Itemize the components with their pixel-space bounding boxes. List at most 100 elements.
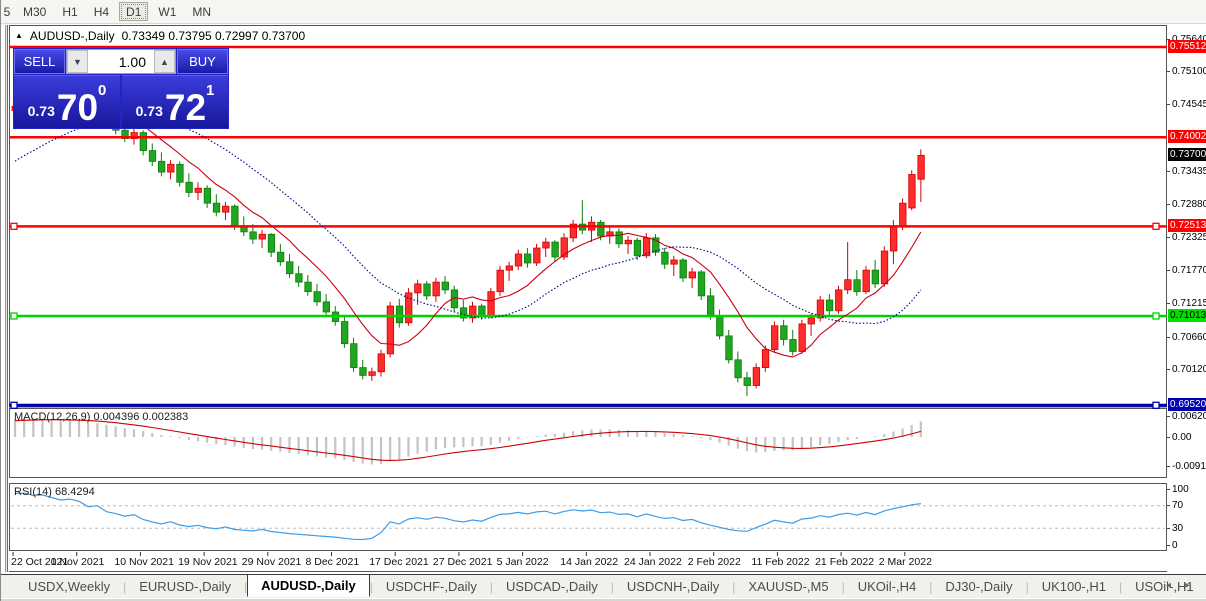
chart-tab-usdcnh-daily[interactable]: USDCNH-,Daily	[614, 576, 732, 597]
sell-button[interactable]: SELL	[14, 49, 65, 74]
timeframe-button-m30[interactable]: M30	[17, 2, 52, 21]
macd-axis-label: -0.00919	[1167, 461, 1206, 473]
macd-axis-label: 0.00620	[1167, 411, 1206, 423]
axis-tick-label: 0.72880	[1172, 199, 1206, 210]
axis-tick-mark	[1167, 466, 1170, 467]
axis-tick-mark	[1167, 437, 1170, 438]
price-axis-label: 0.71770	[1167, 265, 1206, 277]
axis-tick-mark	[1167, 171, 1170, 172]
axis-tick-label: 100	[1172, 484, 1189, 495]
axis-tick-mark	[1167, 545, 1170, 546]
sell-price-prefix: 0.73	[28, 103, 55, 119]
sell-price-big: 70	[57, 93, 98, 123]
date-axis-label: 11 Feb 2022	[751, 556, 809, 568]
axis-tick-label: 0.72325	[1172, 232, 1206, 243]
tab-scroll-right-icon[interactable]: ▸	[1185, 580, 1190, 591]
chart-symbol-label: AUDUSD-,Daily	[30, 29, 115, 43]
rsi-axis-label: 100	[1167, 483, 1206, 495]
chart-tab-bar: USDX,Weekly|EURUSD-,Daily|AUDUSD-,Daily|…	[1, 574, 1206, 598]
rsi-indicator-label: RSI(14) 68.4294	[14, 486, 95, 498]
buy-price-big: 72	[165, 93, 206, 123]
date-axis-label: 14 Jan 2022	[560, 556, 618, 568]
chart-tab-dj30-daily[interactable]: DJ30-,Daily	[932, 576, 1025, 597]
date-axis-label: 1 Nov 2021	[51, 556, 105, 568]
axis-tick-mark	[1167, 104, 1170, 105]
axis-tick-mark	[1167, 204, 1170, 205]
axis-tick-mark	[1167, 369, 1170, 370]
buy-button[interactable]: BUY	[177, 49, 228, 74]
price-axis-label: 0.70120	[1167, 363, 1206, 375]
date-axis-label: 8 Dec 2021	[306, 556, 360, 568]
axis-tick-label: 0.00620	[1172, 411, 1206, 422]
chart-tab-usdchf-daily[interactable]: USDCHF-,Daily	[373, 576, 490, 597]
chart-tab-usdcad-daily[interactable]: USDCAD-,Daily	[493, 576, 611, 597]
volume-increase-button[interactable]: ▲	[154, 50, 175, 73]
sell-price-pip: 0	[98, 82, 106, 99]
date-axis-label: 19 Nov 2021	[178, 556, 238, 568]
level-price-badge: 0.75512	[1168, 40, 1206, 53]
axis-tick-mark	[1167, 270, 1170, 271]
timeframe-button-h1[interactable]: H1	[56, 2, 83, 21]
arrow-up-icon: ▲	[160, 57, 169, 67]
price-axis-label: 0.75100	[1167, 66, 1206, 78]
level-price-badge: 0.74002	[1168, 130, 1206, 143]
rsi-axis-label: 0	[1167, 539, 1206, 551]
timeframe-button-h4[interactable]: H4	[88, 2, 115, 21]
axis-tick-label: 30	[1172, 523, 1183, 534]
price-axis-label: 0.72325	[1167, 232, 1206, 244]
buy-price-display[interactable]: 0.73 72 1	[122, 75, 228, 128]
date-axis-label: 2 Feb 2022	[688, 556, 741, 568]
macd-axis-label: 0.00	[1167, 431, 1206, 443]
chart-tab-xauusd-m5[interactable]: XAUUSD-,M5	[735, 576, 841, 597]
rsi-axis-label: 70	[1167, 500, 1206, 512]
chart-tab-usoil-h1[interactable]: USOil-,H1	[1122, 576, 1206, 597]
axis-tick-label: 0.73435	[1172, 166, 1206, 177]
axis-tick-label: 0.70120	[1172, 364, 1206, 375]
tab-scroll-controls: ◂ ▸	[1166, 580, 1190, 591]
timeframe-button-w1[interactable]: W1	[152, 2, 182, 21]
axis-tick-label: 0.00	[1172, 432, 1191, 443]
axis-tick-mark	[1167, 237, 1170, 238]
rsi-axis-label: 30	[1167, 522, 1206, 534]
volume-input[interactable]	[88, 50, 154, 73]
axis-tick-label: 70	[1172, 500, 1183, 511]
chart-tab-ukoil-h4[interactable]: UKOil-,H4	[845, 576, 930, 597]
date-axis-label: 21 Feb 2022	[815, 556, 874, 568]
axis-tick-mark	[1167, 489, 1170, 490]
axis-tick-label: 0.75100	[1172, 66, 1206, 77]
timeframe-button-d1[interactable]: D1	[119, 2, 148, 21]
chart-tab-audusd-daily[interactable]: AUDUSD-,Daily	[247, 574, 370, 597]
axis-tick-label: 0	[1172, 540, 1178, 551]
date-axis-label: 10 Nov 2021	[114, 556, 174, 568]
date-axis-label: 17 Dec 2021	[369, 556, 429, 568]
time-axis[interactable]: 22 Oct 20211 Nov 202110 Nov 202119 Nov 2…	[9, 552, 1167, 572]
axis-tick-label: -0.00919	[1172, 461, 1206, 472]
axis-tick-mark	[1167, 71, 1170, 72]
axis-tick-mark	[1167, 416, 1170, 417]
timeframe-button-mn[interactable]: MN	[186, 2, 217, 21]
chart-tab-eurusd-daily[interactable]: EURUSD-,Daily	[126, 576, 244, 597]
trading-platform-window: 5M30H1 H4D1W1MN ▲ AUDUSD-,Daily 0.73349 0…	[0, 0, 1206, 601]
level-price-badge: 0.71013	[1168, 309, 1206, 322]
date-axis-label: 27 Dec 2021	[433, 556, 493, 568]
axis-tick-mark	[1167, 337, 1170, 338]
arrow-down-icon: ▼	[73, 57, 82, 67]
price-axis-label: 0.73435	[1167, 165, 1206, 177]
chart-ohlc-values: 0.73349 0.73795 0.72997 0.73700	[122, 29, 306, 43]
price-axis[interactable]: 0.756400.751000.745450.734350.728800.723…	[1167, 25, 1206, 572]
chart-title: ▲ AUDUSD-,Daily 0.73349 0.73795 0.72997 …	[15, 28, 311, 43]
buy-price-prefix: 0.73	[136, 103, 163, 119]
axis-tick-label: 0.71215	[1172, 298, 1206, 309]
chart-tab-usdx-weekly[interactable]: USDX,Weekly	[15, 576, 123, 597]
level-price-badge: 0.72513	[1168, 219, 1206, 232]
axis-tick-label: 0.70660	[1172, 332, 1206, 343]
price-axis-label: 0.72880	[1167, 198, 1206, 210]
volume-decrease-button[interactable]: ▼	[67, 50, 88, 73]
axis-tick-mark	[1167, 505, 1170, 506]
timeframe-button-5[interactable]: 5	[1, 2, 13, 21]
chart-window-left-border	[5, 25, 8, 572]
sell-price-display[interactable]: 0.73 70 0	[14, 75, 120, 128]
chart-tab-uk100-h1[interactable]: UK100-,H1	[1029, 576, 1119, 597]
tab-scroll-left-icon[interactable]: ◂	[1166, 580, 1171, 591]
volume-stepper: ▼ ▲	[66, 49, 176, 74]
